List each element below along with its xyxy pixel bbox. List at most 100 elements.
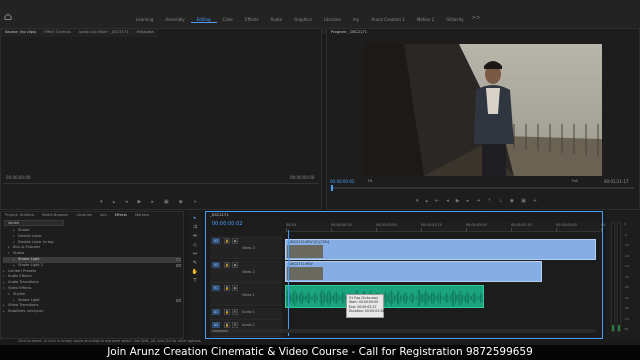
go-to-in-icon[interactable]: ⇤	[435, 198, 439, 204]
step-back-icon[interactable]: ◂	[446, 198, 449, 204]
preset-badge-icon	[176, 298, 181, 302]
program-timecode-left[interactable]: 00:00:00:02	[330, 179, 354, 184]
lock-icon[interactable]: 🔒	[224, 285, 230, 291]
step-back-icon[interactable]: ◂	[125, 199, 128, 205]
project-panel-tab[interactable]: Libraries	[72, 212, 96, 219]
timeline-scrollbar[interactable]	[210, 329, 596, 333]
audio-clip-a1[interactable]	[285, 285, 484, 308]
timeline-sequence-tab[interactable]: _DSC2171	[210, 213, 229, 217]
source-tab[interactable]: Audio Clip Mixer: _DSC2171	[75, 29, 133, 37]
workspace-tab[interactable]: Gifsocity	[440, 17, 469, 23]
ripple-edit-tool-icon[interactable]: ⇹	[191, 233, 199, 240]
track-target-button[interactable]: V1	[212, 285, 220, 291]
track-target-button[interactable]: V3	[212, 238, 220, 244]
timeline-playhead[interactable]	[288, 230, 289, 336]
video-clip-v3[interactable]: _DSC2171.MOV [V] [75%]	[285, 239, 596, 260]
track-target-button[interactable]: A1	[212, 309, 220, 315]
slip-tool-icon[interactable]: ↔	[191, 251, 199, 258]
preset-badge-icon	[176, 258, 181, 262]
lock-icon[interactable]: 🔒	[224, 322, 230, 328]
go-to-out-icon[interactable]: ⇥	[476, 198, 480, 204]
workspace-tab[interactable]: Motion 2	[411, 17, 440, 23]
step-forward-icon[interactable]: ▸	[151, 199, 154, 205]
track-target-button[interactable]: A2	[212, 322, 220, 328]
type-tool-icon[interactable]: T	[191, 278, 199, 285]
lift-icon[interactable]: ⇡	[487, 198, 491, 204]
meter-scale-label: -18	[624, 253, 629, 258]
camera-icon[interactable]: ◉	[179, 199, 183, 205]
effects-search-input[interactable]: stroke	[4, 220, 64, 226]
mark-out-icon[interactable]: ▴	[113, 199, 116, 205]
extract-icon[interactable]: ⇣	[499, 198, 503, 204]
workspace-tab[interactable]: Audio	[265, 17, 288, 23]
lock-icon[interactable]: 🔒	[224, 309, 230, 315]
program-timecode-right: 00:01:21:17	[604, 179, 629, 184]
tooltip-line: Duration: 00:00:02:28	[349, 309, 385, 314]
ruler-label: 00:00	[286, 223, 296, 227]
lock-icon[interactable]: 🔒	[224, 262, 230, 268]
hand-tool-icon[interactable]: ✋	[191, 269, 199, 276]
workspace-tab[interactable]: Color	[217, 17, 239, 23]
waveform-path	[286, 290, 483, 306]
ruler-label: 00:00:03:00	[556, 223, 577, 227]
lock-icon[interactable]: 🔒	[224, 238, 230, 244]
video-clip-v2[interactable]: _DSC2171.MOV	[285, 261, 542, 282]
project-panel-tab[interactable]: Media Browser	[38, 212, 73, 219]
project-panel-tab[interactable]: Effects	[111, 212, 131, 219]
selection-tool-icon[interactable]: ▸	[191, 215, 199, 222]
source-timecode-left[interactable]: 00:00:00:00	[6, 175, 30, 180]
program-resolution-dropdown[interactable]: Full	[572, 179, 578, 183]
add-button-icon[interactable]: +	[193, 199, 197, 205]
effects-tree: ▸ Stroke ▸ Double Layer ▸ Double Layer to top…	[3, 228, 181, 315]
source-tab[interactable]: Source: (no clips)	[1, 29, 40, 37]
home-icon[interactable]	[4, 13, 12, 20]
insert-icon[interactable]: ▣	[164, 199, 169, 205]
eye-icon[interactable]: ◉	[232, 262, 238, 268]
effects-tree-label: Stabilizes, sectycon	[8, 309, 44, 314]
eye-icon[interactable]: ◉	[232, 285, 238, 291]
razor-tool-icon[interactable]: ◇	[191, 242, 199, 249]
source-tab[interactable]: Effect Controls	[40, 29, 74, 37]
compare-icon[interactable]: ▣	[521, 198, 526, 204]
mute-icon[interactable]: M	[232, 309, 238, 315]
camera-icon[interactable]: ◉	[510, 198, 514, 204]
source-tab[interactable]: Metadata	[133, 29, 158, 37]
eye-icon[interactable]: ◉	[232, 238, 238, 244]
program-scrub-bar[interactable]	[330, 187, 634, 189]
play-icon[interactable]: ▶	[138, 199, 142, 205]
step-forward-icon[interactable]: ▸	[467, 198, 470, 204]
play-icon[interactable]: ▶	[456, 198, 460, 204]
mark-in-icon[interactable]: ▾	[100, 199, 103, 205]
program-title[interactable]: Program: _DSC2171	[331, 30, 367, 34]
workspace-tab[interactable]: Graphics	[288, 17, 318, 23]
add-button-icon[interactable]: +	[533, 198, 537, 204]
mark-in-icon[interactable]: ▾	[416, 198, 419, 204]
effects-tree-item[interactable]: ▸ Stabilizes, sectycon	[3, 309, 181, 315]
workspace-tab[interactable]: Learning	[130, 17, 159, 23]
ruler-tick	[421, 228, 422, 232]
workspace-tab[interactable]: Libraries	[318, 17, 347, 23]
project-panel-tab[interactable]: Project: Untitled	[1, 212, 38, 219]
timeline-timecode[interactable]: 00:00:00:02	[212, 221, 243, 227]
timeline-scrollbar-thumb[interactable]	[212, 330, 228, 332]
workspace-tab[interactable]: Effects	[239, 17, 265, 23]
program-playhead[interactable]	[331, 185, 333, 191]
source-scrub-bar[interactable]	[3, 183, 319, 184]
ruler-label: 00:00:01:15	[421, 223, 442, 227]
pen-tool-icon[interactable]: ✎	[191, 260, 199, 267]
track-select-tool-icon[interactable]: ⇉	[191, 224, 199, 231]
workspace-tab[interactable]: Arunz Creation 1	[365, 17, 411, 23]
workspace-tab[interactable]: Editing	[190, 17, 217, 23]
mark-out-icon[interactable]: ▴	[426, 198, 429, 204]
workspace-more-button[interactable]: >>	[472, 15, 480, 21]
program-fit-dropdown[interactable]: Fit	[368, 179, 372, 183]
timeline-ruler[interactable]: 00:00 00:00:00:15 00:00:01:00 00:00:01:15 00…	[286, 222, 622, 232]
workspace-tab[interactable]: Assembly	[159, 17, 190, 23]
mute-icon[interactable]: M	[232, 322, 238, 328]
track-target-button[interactable]: V2	[212, 262, 220, 268]
workspace-tab[interactable]: my	[347, 17, 365, 23]
project-panel-tab[interactable]: Markers	[131, 212, 153, 219]
ruler-tick	[466, 228, 467, 232]
project-panel-tab[interactable]: Info	[96, 212, 111, 219]
clip-name: _DSC2171.MOV	[288, 262, 313, 266]
